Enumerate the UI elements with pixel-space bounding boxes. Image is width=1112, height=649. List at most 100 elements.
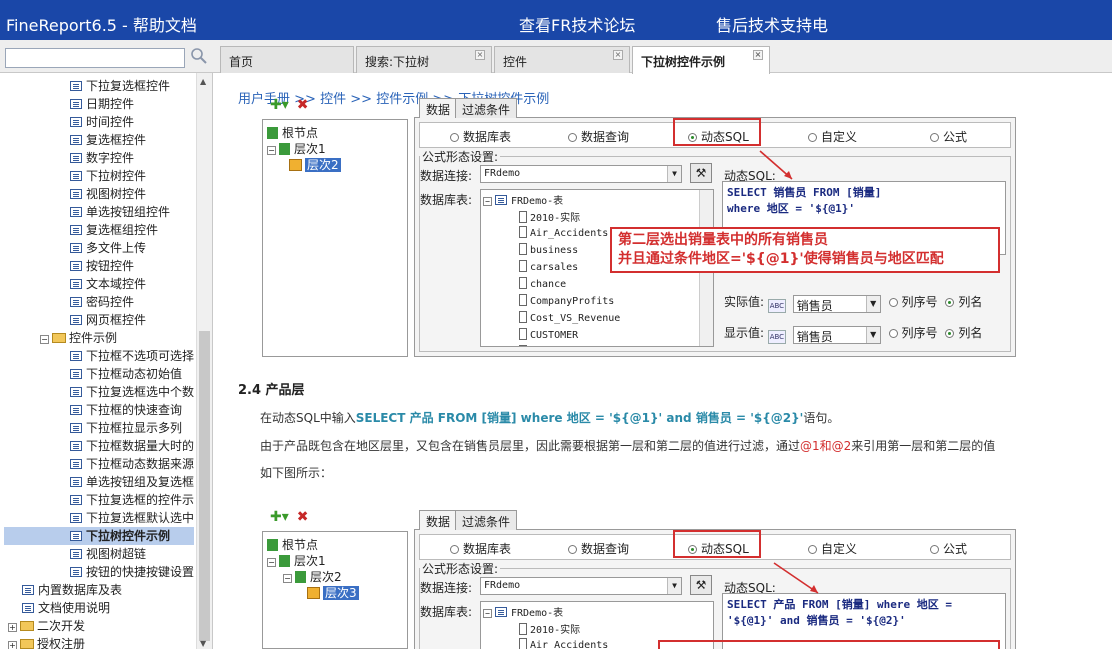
sidebar-item[interactable]: 下拉复选框默认选中 <box>70 509 194 527</box>
sidebar-item[interactable]: 视图树控件 <box>70 185 146 203</box>
connection-select: FRdemo ▼ <box>480 165 682 183</box>
opt-name-label: 列名 <box>958 326 983 340</box>
table-icon <box>519 638 527 649</box>
sidebar-item-label: 数字控件 <box>86 151 135 165</box>
close-icon[interactable]: × <box>753 50 763 60</box>
sidebar-item[interactable]: + 二次开发 <box>8 617 85 635</box>
forum-link[interactable]: 查看FR技术论坛 <box>519 12 635 36</box>
sidebar-item[interactable]: − 控件示例 <box>40 329 117 347</box>
sql-inline: SELECT 产品 FROM [销量] where 地区 = '${@1}' a… <box>355 411 804 425</box>
sidebar-item-label: 下拉复选框控件 <box>86 79 171 93</box>
sidebar-item[interactable]: 下拉框动态数据来源 <box>70 455 194 473</box>
sidebar-item[interactable]: 复选框组控件 <box>70 221 158 239</box>
sidebar-item[interactable]: 下拉复选框选中个数 <box>70 383 194 401</box>
sidebar-item-label: 多文件上传 <box>86 241 147 255</box>
sidebar-item[interactable]: 下拉框拉显示多列 <box>70 419 182 437</box>
sidebar-item[interactable]: 下拉树控件示例 <box>4 527 194 545</box>
sidebar-item[interactable]: 多文件上传 <box>70 239 146 257</box>
sidebar-item[interactable]: 按钮的快捷按键设置 <box>70 563 194 581</box>
abc-field-icon: ABC <box>767 299 786 313</box>
sidebar-item-label: 下拉框数据量大时的 <box>86 439 195 453</box>
sidebar-item-label: 文档使用说明 <box>38 601 111 615</box>
formula-group: 公式形态设置: 数据连接: FRdemo ▼ ⚒ 数据库表: − FRDemo-表 2… <box>419 560 1011 649</box>
sidebar-item[interactable]: 单选按钮组及复选框 <box>70 473 194 491</box>
sidebar-item[interactable]: 下拉复选框的控件示 <box>70 491 194 509</box>
sidebar-item[interactable]: 内置数据库及表 <box>22 581 122 599</box>
radio-formula: 公式 <box>930 128 967 145</box>
scroll-up-arrow[interactable]: ▲ <box>200 77 206 86</box>
tree-label: 层次1 <box>294 142 326 156</box>
tab-controls[interactable]: 控件 × <box>494 46 630 73</box>
table-icon <box>519 294 527 306</box>
close-icon[interactable]: × <box>475 50 485 60</box>
sidebar-item[interactable]: + 授权注册 <box>8 635 85 649</box>
sidebar-item[interactable]: 下拉框动态初始值 <box>70 365 182 383</box>
search-input[interactable] <box>5 48 185 68</box>
tab-label: 控件 <box>503 55 528 69</box>
db-table-item: EMPLOYEE <box>519 345 578 346</box>
tab-search[interactable]: 搜索:下拉树 × <box>356 46 492 73</box>
db-schema-node: − FRDemo-表 <box>483 192 563 207</box>
radio-icon <box>450 133 459 142</box>
sidebar-item[interactable]: 下拉框不选项可选择 <box>70 347 194 365</box>
crumb-controls[interactable]: 控件 <box>320 92 346 107</box>
page-icon <box>70 99 82 109</box>
sidebar-item[interactable]: 复选框控件 <box>70 131 146 149</box>
sidebar-item[interactable]: 密码控件 <box>70 293 134 311</box>
sidebar-item-label: 时间控件 <box>86 115 135 129</box>
sidebar-item[interactable]: 文档使用说明 <box>22 599 110 617</box>
scroll-down-arrow[interactable]: ▼ <box>200 639 206 648</box>
radio-icon <box>450 545 459 554</box>
chevron-down-icon: ▼ <box>667 166 681 182</box>
radio-label: 数据查询 <box>581 542 630 556</box>
sidebar-item[interactable]: 按钮控件 <box>70 257 134 275</box>
sidebar-item[interactable]: 下拉框数据量大时的 <box>70 437 194 455</box>
opt-index-label: 列序号 <box>901 326 938 340</box>
sidebar-item[interactable]: 文本域控件 <box>70 275 146 293</box>
scrollbar-thumb[interactable] <box>199 331 210 641</box>
sidebar-item-label: 密码控件 <box>86 295 135 309</box>
table-name: carsales <box>530 262 579 273</box>
tree-level2: − 层次2 <box>283 568 342 585</box>
sidebar-item[interactable]: 时间控件 <box>70 113 134 131</box>
sidebar-item[interactable]: 下拉树控件 <box>70 167 146 185</box>
sidebar-item[interactable]: 下拉框的快速查询 <box>70 401 182 419</box>
expand-icon[interactable]: + <box>8 623 17 632</box>
group-title: 公式形态设置: <box>420 148 501 165</box>
collapse-icon: − <box>283 574 292 583</box>
node-icon <box>295 571 306 583</box>
sidebar-item-label: 下拉树控件示例 <box>86 529 171 543</box>
table-name: CUSTOMER <box>530 330 579 341</box>
sidebar-item[interactable]: 视图树超链 <box>70 545 146 563</box>
sidebar-item[interactable]: 数字控件 <box>70 149 134 167</box>
data-settings-panel: 数据 过滤条件 数据库表 数据查询 动态SQL 自定义 公式 公式形态设置: 数… <box>414 510 1016 649</box>
page-icon <box>70 531 82 541</box>
sidebar-item[interactable]: 网页框控件 <box>70 311 146 329</box>
sidebar-item-label: 下拉框拉显示多列 <box>86 421 183 435</box>
page-icon <box>70 441 82 451</box>
search-icon[interactable] <box>189 46 209 66</box>
page-icon <box>70 279 82 289</box>
table-icon <box>519 243 527 255</box>
collapse-icon: − <box>267 558 276 567</box>
support-link[interactable]: 售后技术支持电 <box>716 12 828 36</box>
close-icon[interactable]: × <box>613 50 623 60</box>
tab-home[interactable]: 首页 <box>220 46 354 73</box>
sidebar-item[interactable]: 下拉复选框控件 <box>70 77 170 95</box>
table-icon <box>519 328 527 340</box>
sidebar-item[interactable]: 单选按钮组控件 <box>70 203 170 221</box>
table-name: 2010-实际 <box>530 625 581 636</box>
radio-label: 自定义 <box>821 542 858 556</box>
collapse-icon[interactable]: − <box>40 335 49 344</box>
sidebar-item-label: 下拉框不选项可选择 <box>86 349 195 363</box>
annotation-callout <box>658 640 1000 649</box>
radio-custom: 自定义 <box>808 128 857 145</box>
expand-icon[interactable]: + <box>8 641 17 649</box>
display-label: 显示值: <box>724 326 765 340</box>
sidebar-item[interactable]: 日期控件 <box>70 95 134 113</box>
tab-dropdown-tree-example[interactable]: 下拉树控件示例 × <box>632 46 770 74</box>
page-icon <box>70 315 82 325</box>
page-icon <box>70 225 82 235</box>
page-icon <box>70 405 82 415</box>
page-icon <box>70 243 82 253</box>
